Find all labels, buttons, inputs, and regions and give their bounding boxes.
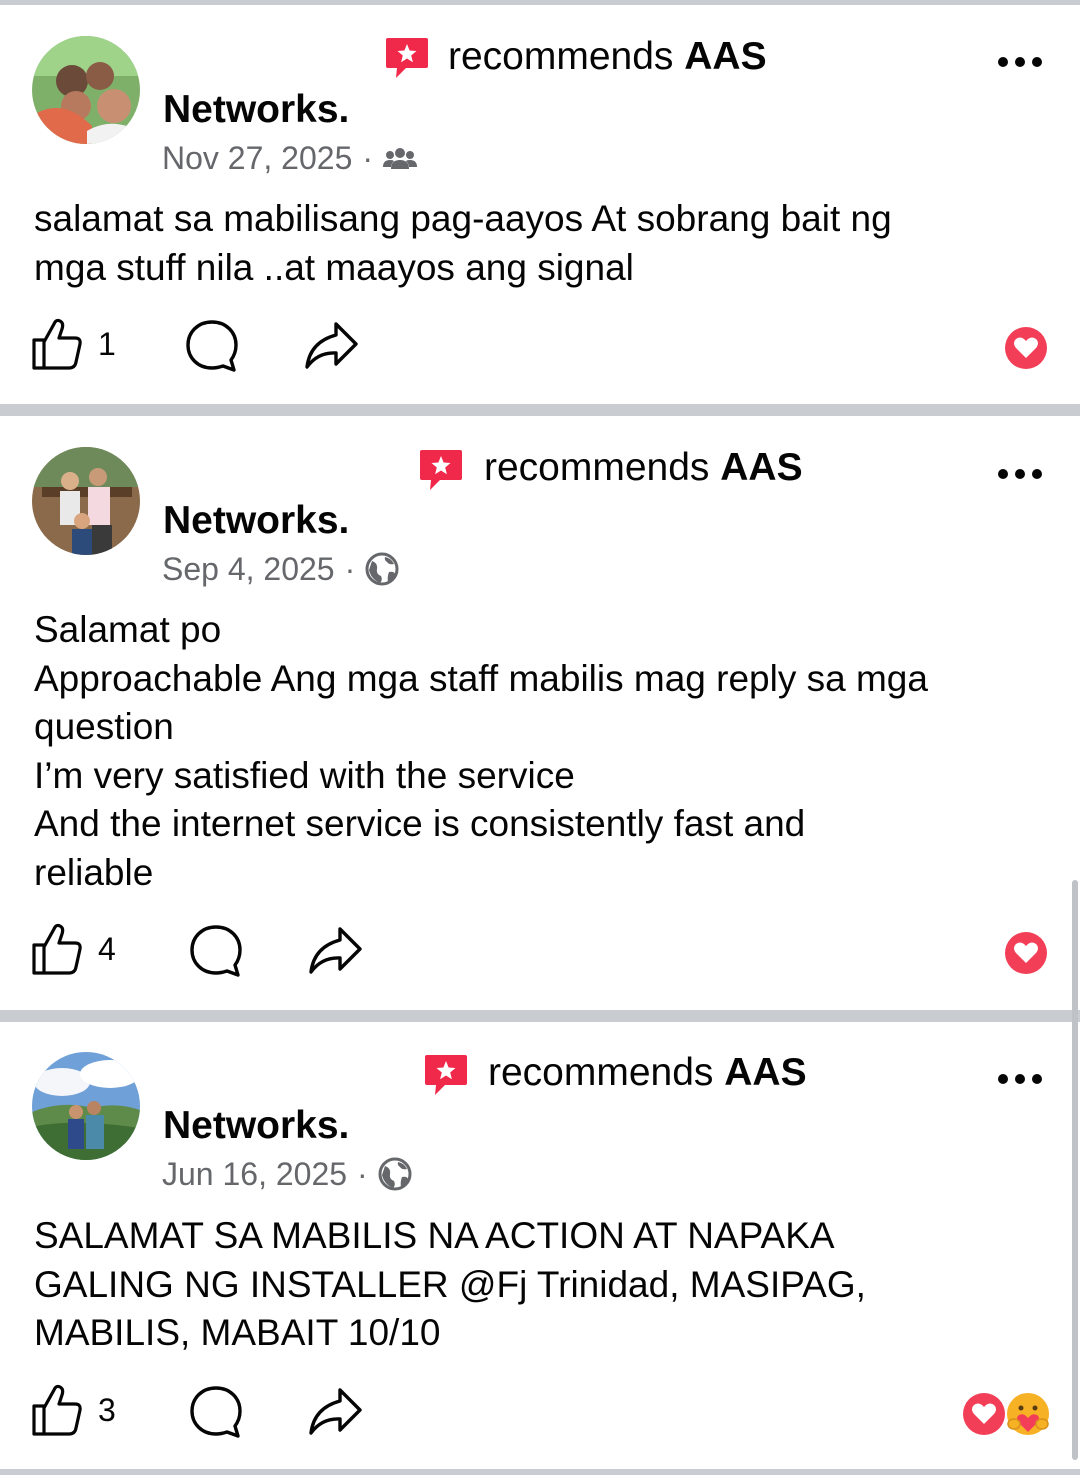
globe-icon <box>365 552 399 586</box>
like-count: 3 <box>98 1391 116 1428</box>
dot-icon <box>1032 1074 1042 1084</box>
like-count: 1 <box>98 325 116 362</box>
recommend-icon <box>386 38 428 78</box>
recommend-line: recommends AAS <box>488 1050 807 1096</box>
like-button[interactable]: 4 <box>30 921 116 977</box>
like-count: 4 <box>98 930 116 967</box>
dot-icon <box>1015 469 1025 479</box>
love-reaction-icon[interactable] <box>1004 931 1048 975</box>
page-link-continued[interactable]: Networks. <box>163 1103 349 1149</box>
dot-icon <box>1032 57 1042 67</box>
post-body: Salamat po Approachable Ang mga staff ma… <box>34 609 928 893</box>
post-meta: Jun 16, 2025 · <box>162 1154 412 1194</box>
like-button[interactable]: 3 <box>30 1382 116 1438</box>
post-date[interactable]: Jun 16, 2025 <box>162 1154 347 1194</box>
avatar[interactable] <box>32 36 140 144</box>
post-date[interactable]: Nov 27, 2025 <box>162 138 352 178</box>
comment-icon[interactable] <box>188 1384 244 1440</box>
post-body: salamat sa mabilisang pag-aayos At sobra… <box>34 198 892 288</box>
dot-icon <box>998 469 1008 479</box>
thumbs-up-icon <box>32 1384 82 1436</box>
recommend-text: recommends <box>488 1051 714 1094</box>
post-date[interactable]: Sep 4, 2025 <box>162 549 335 589</box>
avatar[interactable] <box>32 1052 140 1160</box>
comment-icon[interactable] <box>188 923 244 979</box>
recommend-icon <box>420 450 462 490</box>
care-reaction-icon[interactable] <box>1004 1390 1052 1438</box>
action-bar: 1 <box>30 316 1060 376</box>
more-options-button[interactable] <box>998 55 1042 69</box>
share-icon[interactable] <box>302 320 360 372</box>
page-link[interactable]: AAS <box>684 35 766 78</box>
dot-icon <box>998 1074 1008 1084</box>
review-post: recommends AAS Networks. Nov 27, 2025 · … <box>0 0 1080 410</box>
recommend-text: recommends <box>484 446 710 489</box>
review-post: recommends AAS Networks. Sep 4, 2025 · S… <box>0 416 1080 1012</box>
page-link[interactable]: AAS <box>720 446 802 489</box>
dot-icon <box>1032 469 1042 479</box>
love-reaction-icon[interactable] <box>962 1392 1006 1436</box>
like-button[interactable]: 1 <box>30 316 116 372</box>
post-meta: Nov 27, 2025 · <box>162 138 418 178</box>
post-divider <box>0 404 1080 416</box>
dot-icon <box>998 57 1008 67</box>
more-options-button[interactable] <box>998 1072 1042 1086</box>
more-options-button[interactable] <box>998 467 1042 481</box>
action-bar: 4 <box>30 921 1060 981</box>
globe-icon <box>378 1157 412 1191</box>
dot-icon <box>1015 57 1025 67</box>
post-meta: Sep 4, 2025 · <box>162 549 399 589</box>
meta-separator: · <box>362 140 374 176</box>
page-link[interactable]: AAS <box>724 1051 806 1094</box>
thumbs-up-icon <box>32 923 82 975</box>
recommend-line: recommends AAS <box>484 445 803 491</box>
share-icon[interactable] <box>306 1386 364 1438</box>
dot-icon <box>1015 1074 1025 1084</box>
page-link-continued[interactable]: Networks. <box>163 498 349 544</box>
post-divider <box>0 1010 1080 1022</box>
recommend-line: recommends AAS <box>448 34 767 80</box>
scrollbar[interactable] <box>1072 880 1078 1460</box>
comment-icon[interactable] <box>184 318 240 374</box>
meta-separator: · <box>357 1156 368 1192</box>
page-link-continued[interactable]: Networks. <box>163 87 349 133</box>
post-body: SALAMAT SA MABILIS NA ACTION AT NAPAKA G… <box>34 1215 866 1353</box>
bottom-divider <box>0 1469 1080 1475</box>
action-bar: 3 <box>30 1382 1060 1442</box>
meta-separator: · <box>344 551 356 587</box>
love-reaction-icon[interactable] <box>1004 326 1048 370</box>
recommend-icon <box>425 1055 467 1095</box>
share-icon[interactable] <box>306 925 364 977</box>
recommend-text: recommends <box>448 35 674 78</box>
review-post: recommends AAS Networks. Jun 16, 2025 · … <box>0 1022 1080 1475</box>
avatar[interactable] <box>32 447 140 555</box>
friends-icon <box>383 148 418 169</box>
thumbs-up-icon <box>32 318 82 370</box>
